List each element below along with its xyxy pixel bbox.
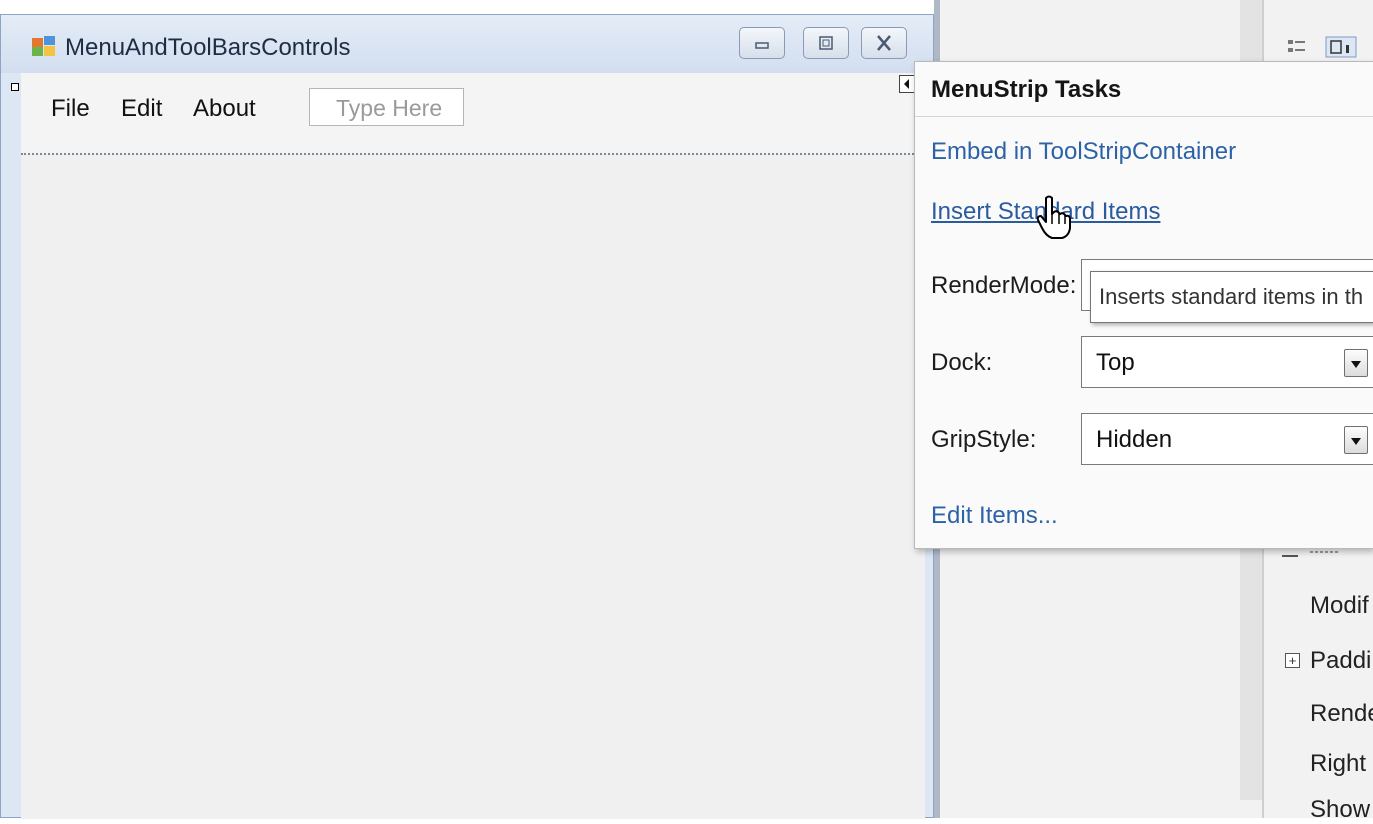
rendermode-label: RenderMode: [931,272,1077,299]
close-button[interactable] [861,27,907,59]
dock-label: Dock: [931,349,993,376]
expand-plus-icon[interactable]: + [1285,653,1300,668]
properties-toolbar[interactable] [1286,36,1366,58]
divider [915,116,1373,117]
smart-tag-button[interactable] [899,75,915,93]
dock-dropdown[interactable]: Top [1081,336,1373,388]
property-row[interactable]: Show [1310,796,1370,824]
dock-value: Top [1096,349,1135,376]
hand-cursor-icon [1036,195,1071,239]
form-client-area: File Edit About Type Here [21,73,925,819]
gripstyle-label: GripStyle: [931,426,1037,453]
tasks-panel-title: MenuStrip Tasks [931,76,1122,103]
tooltip: Inserts standard items in th [1090,271,1373,323]
gripstyle-dropdown[interactable]: Hidden [1081,413,1373,465]
menu-item-edit[interactable]: Edit [121,95,162,123]
window-title: MenuAndToolBarsControls [65,34,351,61]
selection-handle[interactable] [11,83,19,91]
chevron-down-icon[interactable] [1344,349,1368,377]
property-row[interactable]: Right [1310,750,1366,778]
property-row[interactable]: Paddi [1310,647,1371,675]
gripstyle-value: Hidden [1096,426,1173,453]
minimize-button[interactable] [739,27,785,59]
menu-item-file[interactable]: File [51,95,90,123]
type-here-input[interactable]: Type Here [309,88,464,126]
close-icon [877,35,891,51]
form-app-icon [32,36,55,56]
embed-in-toolstripcontainer-link[interactable]: Embed in ToolStripContainer [931,138,1236,166]
categorized-icon[interactable] [1288,40,1305,52]
maximize-button[interactable] [803,27,849,59]
property-row-partial [1282,551,1338,557]
maximize-icon [819,36,833,50]
alphabetical-icon[interactable] [1325,36,1357,58]
chevron-down-icon[interactable] [1344,426,1368,454]
menustrip[interactable]: File Edit About Type Here [21,73,925,155]
title-bar[interactable]: MenuAndToolBarsControls [1,15,933,73]
chevron-left-icon [904,79,909,89]
property-row[interactable]: Rende [1310,700,1373,728]
minimize-icon [755,42,769,49]
menu-item-about[interactable]: About [193,95,256,123]
form-designer-window: MenuAndToolBarsControls File Edit About … [0,14,934,819]
property-row[interactable]: Modif [1310,592,1369,620]
edit-items-link[interactable]: Edit Items... [931,502,1058,530]
